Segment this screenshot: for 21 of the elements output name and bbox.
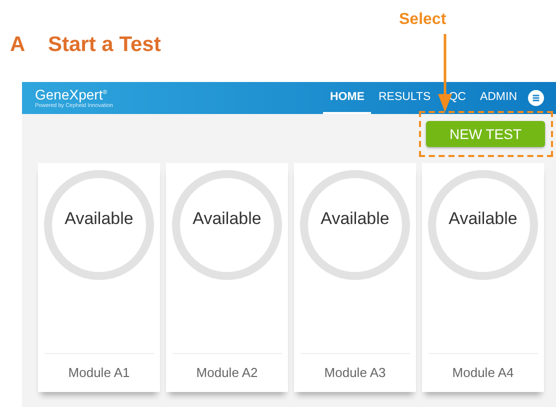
panel-label: A xyxy=(10,33,26,57)
nav-tab[interactable]: HOME xyxy=(322,82,372,114)
app-logo: GeneXpert$^{®}$ xyxy=(35,86,108,102)
nav-tab[interactable]: ADMIN xyxy=(472,82,524,114)
module-name: Module A4 xyxy=(428,353,538,392)
nav-tab[interactable]: RESULTS xyxy=(371,82,438,114)
module-name: Module A3 xyxy=(300,353,410,392)
figure-title: Start a Test xyxy=(48,33,161,57)
module-name: Module A1 xyxy=(44,353,154,392)
module-name: Module A2 xyxy=(172,353,282,392)
module-status: Available xyxy=(448,209,518,229)
menu-icon[interactable] xyxy=(528,90,544,106)
callout-label: Select xyxy=(399,11,446,29)
module-card[interactable]: Available Module A1 xyxy=(38,163,160,392)
module-status: Available xyxy=(192,209,262,229)
module-card[interactable]: Available Module A2 xyxy=(166,163,288,392)
module-card[interactable]: Available Module A3 xyxy=(294,163,416,392)
module-status: Available xyxy=(320,209,390,229)
module-card[interactable]: Available Module A4 xyxy=(422,163,544,392)
new-test-button[interactable]: NEW TEST xyxy=(426,121,545,147)
module-status: Available xyxy=(64,209,134,229)
